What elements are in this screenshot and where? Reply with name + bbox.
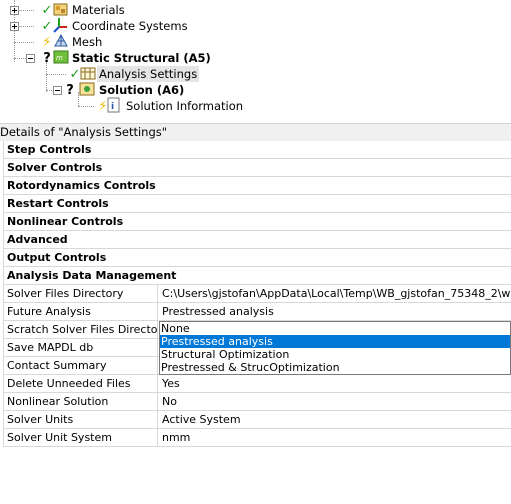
check-icon: ✓ [41, 3, 53, 18]
tree-item-materials[interactable]: Materials [72, 2, 125, 18]
prop-label: Delete Unneeded Files [4, 375, 158, 392]
prop-label: Solver Files Directory [4, 285, 158, 302]
question-icon: ? [43, 51, 51, 66]
prop-value[interactable]: C:\Users\gjstofan\AppData\Local\Temp\WB_… [159, 285, 511, 302]
outline-tree: ✓ Materials ✓ Coordinate Systems ⚡ Mesh … [0, 0, 511, 122]
group-label: Advanced [7, 233, 68, 246]
group-step-controls[interactable]: Step Controls [4, 141, 511, 159]
dropdown-option[interactable]: None [160, 322, 510, 335]
group-label: Nonlinear Controls [7, 215, 124, 228]
prop-value[interactable]: Active System [159, 411, 511, 428]
tree-item-static-structural[interactable]: Static Structural (A5) [72, 50, 211, 66]
group-solver-controls[interactable]: Solver Controls [4, 159, 511, 177]
prop-label: Solver Units [4, 411, 158, 428]
tree-item-solution-information[interactable]: Solution Information [126, 98, 243, 114]
group-restart-controls[interactable]: Restart Controls [4, 195, 511, 213]
prop-label: Solver Unit System [4, 429, 158, 446]
group-label: Rotordynamics Controls [7, 179, 156, 192]
materials-icon [53, 3, 68, 16]
prop-value[interactable]: Yes [159, 375, 511, 392]
tree-item-coordinate-systems[interactable]: Coordinate Systems [72, 18, 188, 34]
tree-connector [46, 62, 47, 92]
details-grid: Step Controls Solver Controls Rotordynam… [4, 141, 511, 447]
tree-connector [78, 106, 94, 107]
group-advanced[interactable]: Advanced [4, 231, 511, 249]
group-output-controls[interactable]: Output Controls [4, 249, 511, 267]
collapse-solution-button[interactable] [53, 86, 62, 95]
prop-label: Contact Summary [4, 357, 158, 374]
prop-label: Nonlinear Solution [4, 393, 158, 410]
question-icon: ? [66, 83, 74, 98]
prop-label: Save MAPDL db [4, 339, 158, 356]
static-structural-icon: m [53, 50, 69, 64]
prop-value[interactable]: No [159, 393, 511, 410]
collapse-static-structural-button[interactable] [26, 54, 35, 63]
future-analysis-select[interactable]: Prestressed analysis [159, 303, 511, 320]
coordinate-systems-icon [53, 18, 67, 33]
solution-information-icon: i [107, 97, 120, 113]
tree-item-analysis-settings[interactable]: Analysis Settings [97, 66, 200, 82]
svg-text:m: m [56, 54, 63, 62]
group-nonlinear-controls[interactable]: Nonlinear Controls [4, 213, 511, 231]
group-label: Step Controls [7, 143, 92, 156]
group-label: Restart Controls [7, 197, 109, 210]
analysis-settings-icon [80, 67, 96, 80]
prop-solver-files-directory[interactable]: Solver Files Directory C:\Users\gjstofan… [4, 285, 511, 303]
group-analysis-data-management[interactable]: Analysis Data Management [4, 267, 511, 285]
dropdown-option[interactable]: Structural Optimization [160, 348, 510, 361]
group-rotordynamics-controls[interactable]: Rotordynamics Controls [4, 177, 511, 195]
group-label: Output Controls [7, 251, 107, 264]
prop-solver-unit-system[interactable]: Solver Unit System nmm [4, 429, 511, 447]
prop-label: Future Analysis [4, 303, 158, 320]
prop-label: Scratch Solver Files Directory [4, 321, 158, 338]
details-panel-title: Details of "Analysis Settings" [0, 123, 511, 141]
solution-icon [79, 82, 95, 96]
expand-coordinate-systems-button[interactable] [10, 22, 19, 31]
prop-solver-units[interactable]: Solver Units Active System [4, 411, 511, 429]
expand-materials-button[interactable] [10, 6, 19, 15]
prop-future-analysis[interactable]: Future Analysis Prestressed analysis [4, 303, 511, 321]
tree-item-solution[interactable]: Solution (A6) [99, 82, 184, 98]
group-label: Solver Controls [7, 161, 103, 174]
tree-connector [14, 42, 34, 43]
mesh-icon [54, 33, 68, 47]
svg-text:i: i [111, 102, 114, 112]
tree-item-mesh[interactable]: Mesh [72, 34, 102, 50]
prop-nonlinear-solution[interactable]: Nonlinear Solution No [4, 393, 511, 411]
future-analysis-dropdown-list[interactable]: None Prestressed analysis Structural Opt… [159, 321, 511, 375]
group-label: Analysis Data Management [7, 269, 177, 282]
lightning-icon: ⚡ [42, 35, 52, 50]
check-icon: ✓ [41, 19, 53, 34]
prop-value[interactable]: nmm [159, 429, 511, 446]
dropdown-option[interactable]: Prestressed analysis [160, 335, 510, 348]
dropdown-option[interactable]: Prestressed & StrucOptimization [160, 361, 510, 374]
tree-connector [46, 74, 66, 75]
prop-delete-unneeded-files[interactable]: Delete Unneeded Files Yes [4, 375, 511, 393]
